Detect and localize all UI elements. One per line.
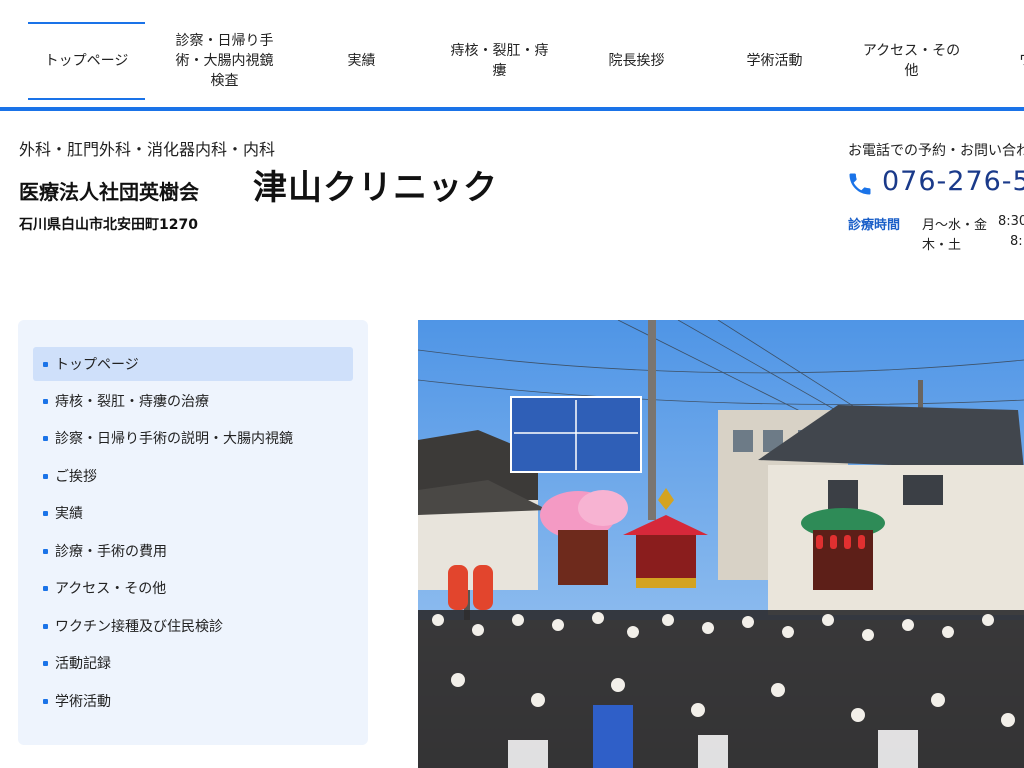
sidebar-item-label: 診察・日帰り手術の説明・大腸内視鏡 — [55, 431, 293, 447]
clinic-address: 石川県白山市北安田町1270 — [19, 217, 198, 233]
sidebar-item-results[interactable]: 実績 — [33, 496, 353, 530]
bullet-icon — [43, 361, 48, 367]
nav-item-academic[interactable]: 学術活動 — [716, 22, 833, 100]
nav-item-top-page[interactable]: トップページ — [28, 22, 145, 100]
sidebar-item-label: 実績 — [55, 506, 83, 522]
bullet-icon — [43, 623, 48, 629]
phone-number[interactable]: 076-276-52 — [882, 166, 1024, 197]
bullet-icon — [43, 398, 48, 404]
sidebar-item-label: 診療・手術の費用 — [55, 544, 167, 560]
festival-photo — [418, 320, 1024, 768]
sidebar-item-greeting[interactable]: ご挨拶 — [33, 459, 353, 493]
clinic-name[interactable]: 津山クリニック — [253, 160, 498, 209]
nav-item-results[interactable]: 実績 — [303, 22, 420, 100]
bullet-icon — [43, 510, 48, 516]
sidebar-menu: トップページ 痔核・裂肛・痔瘻の治療 診察・日帰り手術の説明・大腸内視鏡 ご挨拶… — [18, 320, 368, 745]
nav-item-label: ワ — [1019, 51, 1024, 71]
sidebar-item-fees[interactable]: 診療・手術の費用 — [33, 534, 353, 568]
sidebar-item-label: アクセス・その他 — [55, 581, 167, 597]
hours-days: 月〜水・金 — [922, 218, 988, 233]
sidebar-item-label: トップページ — [55, 357, 139, 373]
sidebar-item-exam-explanation[interactable]: 診察・日帰り手術の説明・大腸内視鏡 — [33, 421, 353, 455]
hours-days: 木・土 — [922, 238, 962, 253]
sidebar-item-vaccine[interactable]: ワクチン接種及び住民検診 — [33, 609, 353, 643]
nav-item-label: 診察・日帰り手 術・大腸内視鏡 検査 — [175, 33, 274, 89]
nav-item-label: アクセス・その 他 — [862, 43, 961, 79]
hours-label: 診療時間 — [848, 218, 901, 233]
bullet-icon — [43, 660, 48, 666]
nav-item-label: 痔核・裂肛・痔 瘻 — [450, 43, 549, 79]
nav-item-exam-surgery[interactable]: 診察・日帰り手 術・大腸内視鏡 検査 — [166, 22, 283, 100]
nav-item-director-greeting[interactable]: 院長挨拶 — [578, 22, 695, 100]
nav-item-hemorrhoids[interactable]: 痔核・裂肛・痔 瘻 — [441, 22, 558, 100]
sidebar-item-label: ご挨拶 — [55, 469, 97, 485]
sidebar-item-activity-log[interactable]: 活動記録 — [33, 646, 353, 680]
corporation-name: 医療法人社団英樹会 — [19, 180, 199, 204]
specialty-text: 外科・肛門外科・消化器内科・内科 — [19, 140, 276, 159]
bullet-icon — [43, 548, 48, 554]
hours-time: 8: — [1010, 234, 1023, 249]
phone-icon — [849, 173, 871, 195]
sidebar-item-top-page[interactable]: トップページ — [33, 347, 353, 381]
nav-item-label: 院長挨拶 — [608, 53, 665, 69]
nav-item-access[interactable]: アクセス・その 他 — [853, 22, 970, 100]
hero-image — [418, 320, 1024, 768]
sidebar-item-hemorrhoid-treatment[interactable]: 痔核・裂肛・痔瘻の治療 — [33, 384, 353, 418]
sidebar-item-access[interactable]: アクセス・その他 — [33, 571, 353, 605]
nav-item-label: 実績 — [347, 53, 376, 69]
nav-item-label: 学術活動 — [746, 53, 803, 69]
top-navigation: トップページ 診察・日帰り手 術・大腸内視鏡 検査 実績 痔核・裂肛・痔 瘻 院… — [0, 0, 1024, 111]
sidebar-item-label: 活動記録 — [55, 656, 111, 672]
bullet-icon — [43, 698, 48, 704]
nav-item-label: トップページ — [44, 53, 129, 69]
bullet-icon — [43, 435, 48, 441]
contact-label: お電話での予約・お問い合わ — [848, 143, 1024, 159]
sidebar-item-label: 痔核・裂肛・痔瘻の治療 — [55, 394, 209, 410]
bullet-icon — [43, 585, 48, 591]
hours-time: 8:30 — [998, 214, 1024, 229]
sidebar-item-label: 学術活動 — [55, 694, 111, 710]
bullet-icon — [43, 473, 48, 479]
nav-item-vaccine[interactable]: ワ — [1019, 22, 1024, 100]
sidebar-item-label: ワクチン接種及び住民検診 — [55, 619, 223, 635]
sidebar-item-academic[interactable]: 学術活動 — [33, 684, 353, 718]
